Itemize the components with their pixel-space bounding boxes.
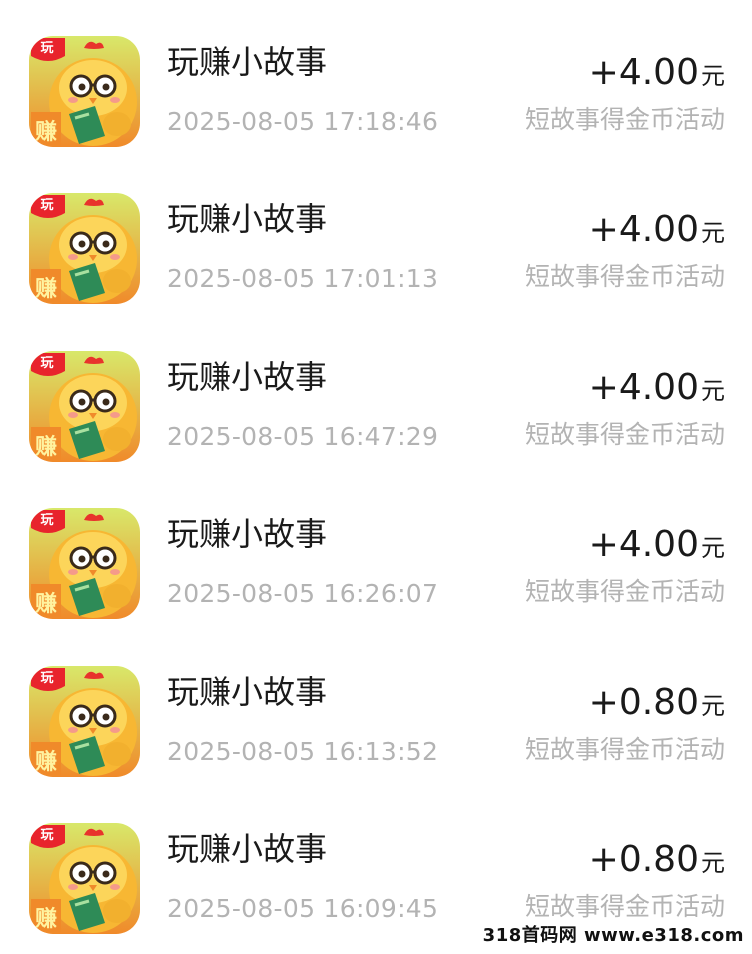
amount-value: +4.00: [588, 209, 699, 250]
transaction-amount: +0.80元: [589, 839, 725, 884]
app-name: 玩赚小故事: [167, 515, 328, 553]
transaction-row[interactable]: 玩赚 玩赚小故事 2025-08-05 16:26:07 +4.00元 短故事得…: [0, 472, 752, 629]
app-name: 玩赚小故事: [167, 200, 328, 238]
transaction-time: 2025-08-05 16:47:29: [167, 422, 439, 451]
svg-text:赚: 赚: [35, 906, 57, 932]
app-name: 玩赚小故事: [167, 358, 328, 396]
transaction-list: 玩赚 玩赚小故事 2025-08-05 17:18:46 +4.00元 短故事得…: [0, 0, 752, 954]
chick-reading-book-icon: 玩赚: [29, 508, 140, 619]
transaction-row[interactable]: 玩赚 玩赚小故事 2025-08-05 16:13:52 +0.80元 短故事得…: [0, 630, 752, 787]
amount-value: +0.80: [588, 839, 699, 880]
transaction-row[interactable]: 玩赚 玩赚小故事 2025-08-05 17:01:13 +4.00元 短故事得…: [0, 157, 752, 314]
transaction-time: 2025-08-05 17:18:46: [167, 107, 439, 136]
transaction-amount: +4.00元: [589, 524, 725, 569]
site-watermark: 318首码网 www.e318.com: [482, 925, 744, 946]
chick-reading-book-icon: 玩赚: [29, 823, 140, 934]
svg-text:玩: 玩: [40, 41, 53, 56]
svg-text:赚: 赚: [35, 434, 57, 460]
chick-reading-book-icon: 玩赚: [29, 666, 140, 777]
chick-reading-book-icon: 玩赚: [29, 351, 140, 462]
app-name: 玩赚小故事: [167, 830, 328, 868]
amount-unit: 元: [701, 219, 725, 247]
svg-text:玩: 玩: [40, 671, 53, 686]
amount-value: +4.00: [588, 367, 699, 408]
svg-text:赚: 赚: [35, 591, 57, 617]
transaction-amount: +0.80元: [589, 682, 725, 727]
svg-text:赚: 赚: [35, 749, 57, 775]
amount-unit: 元: [701, 62, 725, 90]
chick-reading-book-icon: 玩赚: [29, 193, 140, 304]
transaction-description: 短故事得金币活动: [524, 735, 725, 764]
svg-text:玩: 玩: [40, 198, 53, 213]
transaction-amount: +4.00元: [589, 209, 725, 254]
app-name: 玩赚小故事: [167, 43, 328, 81]
svg-text:玩: 玩: [40, 356, 53, 371]
transaction-time: 2025-08-05 17:01:13: [167, 264, 439, 293]
amount-value: +4.00: [588, 52, 699, 93]
amount-unit: 元: [701, 692, 725, 720]
svg-text:赚: 赚: [35, 276, 57, 302]
transaction-time: 2025-08-05 16:09:45: [167, 894, 439, 923]
amount-unit: 元: [701, 849, 725, 877]
transaction-row[interactable]: 玩赚 玩赚小故事 2025-08-05 16:47:29 +4.00元 短故事得…: [0, 315, 752, 472]
transaction-amount: +4.00元: [589, 367, 725, 412]
svg-text:玩: 玩: [40, 828, 53, 843]
svg-text:玩: 玩: [40, 513, 53, 528]
amount-unit: 元: [701, 377, 725, 405]
amount-unit: 元: [701, 534, 725, 562]
app-name: 玩赚小故事: [167, 673, 328, 711]
transaction-time: 2025-08-05 16:26:07: [167, 579, 439, 608]
transaction-description: 短故事得金币活动: [524, 420, 725, 449]
transaction-time: 2025-08-05 16:13:52: [167, 737, 439, 766]
transaction-amount: +4.00元: [589, 52, 725, 97]
amount-value: +4.00: [588, 524, 699, 565]
transaction-description: 短故事得金币活动: [524, 577, 725, 606]
transaction-description: 短故事得金币活动: [524, 262, 725, 291]
chick-reading-book-icon: 玩赚: [29, 36, 140, 147]
svg-text:赚: 赚: [35, 119, 57, 145]
transaction-row[interactable]: 玩赚 玩赚小故事 2025-08-05 17:18:46 +4.00元 短故事得…: [0, 0, 752, 157]
amount-value: +0.80: [588, 682, 699, 723]
transaction-description: 短故事得金币活动: [524, 105, 725, 134]
transaction-description: 短故事得金币活动: [524, 892, 725, 921]
